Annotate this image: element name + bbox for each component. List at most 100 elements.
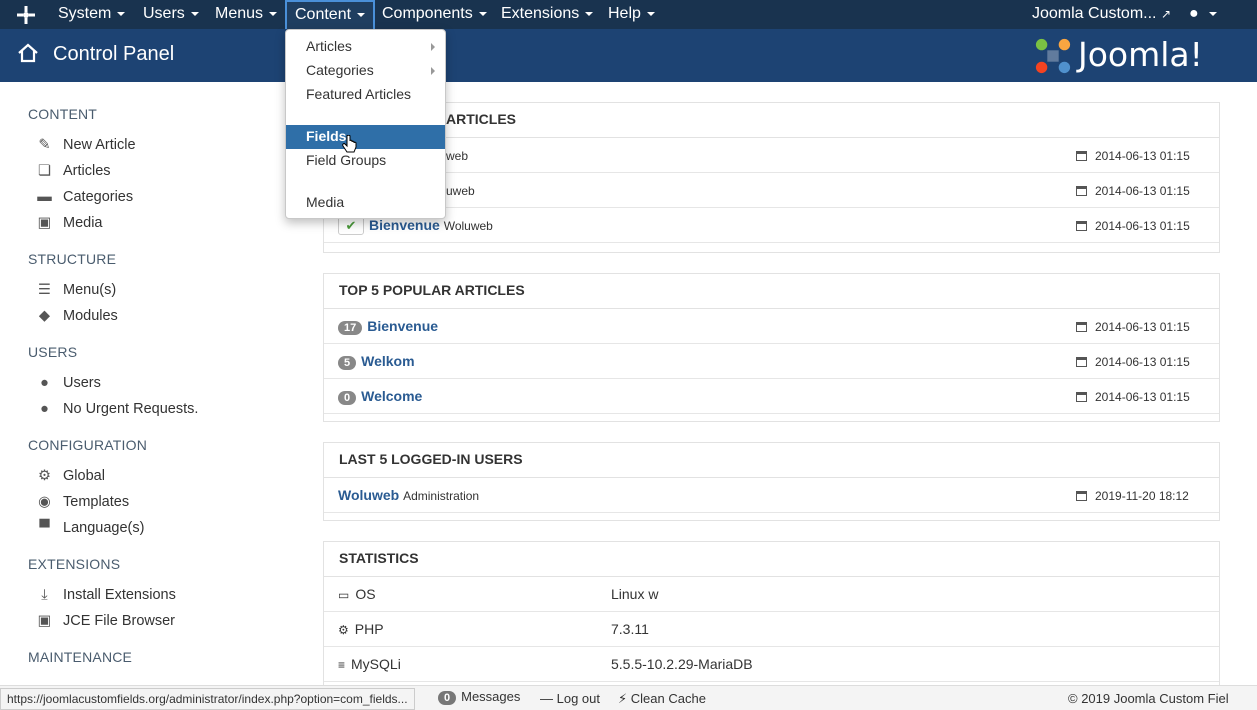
article-title-text: Bienvenue: [367, 318, 439, 334]
comments-icon: ▀: [39, 520, 50, 536]
sidebar-modules[interactable]: ◆ Modules: [36, 308, 118, 324]
article-date: 2014-06-13 01:15: [1076, 184, 1190, 198]
recent-articles-title: ARTICLES: [324, 103, 1219, 138]
table-row: ≡ MySQLi 5.5.5-10.2.29-MariaDB: [324, 647, 1219, 682]
sidebar-media[interactable]: ▣ Media: [36, 215, 103, 231]
sidebar-heading-structure: STRUCTURE: [28, 251, 117, 267]
article-title-text: Welcome: [361, 388, 423, 404]
nav-system-label: System: [58, 5, 112, 22]
menu-item-featured-articles[interactable]: Featured Articles: [286, 83, 445, 107]
sidebar-global[interactable]: ⚙ Global: [36, 468, 105, 484]
article-date-text: 2014-06-13 01:15: [1095, 390, 1190, 404]
login-date-text: 2019-11-20 18:12: [1095, 489, 1189, 503]
joomla-logo-icon[interactable]: [16, 5, 36, 25]
stat-value: Linux w: [611, 586, 659, 602]
nav-extensions-label: Extensions: [501, 5, 580, 22]
nav-components[interactable]: Components: [382, 0, 487, 29]
nav-components-label: Components: [382, 5, 473, 22]
stat-label: ≡ MySQLi: [338, 656, 401, 672]
chevron-right-icon: [431, 67, 435, 75]
sidebar-articles[interactable]: ❏ Articles: [36, 163, 111, 179]
article-title-link[interactable]: Bienvenue Woluweb: [369, 217, 493, 233]
sidebar-new-article[interactable]: ✎ New Article: [36, 137, 136, 153]
page-header: Control Panel Joomla!: [0, 29, 1257, 82]
sidebar-menus-label: Menu(s): [63, 282, 117, 298]
pencil-icon: ✎: [38, 137, 51, 153]
sidebar-templates-label: Templates: [63, 494, 130, 510]
chevron-down-icon: [1208, 11, 1217, 16]
stat-label-text: OS: [355, 586, 376, 602]
sidebar-requests-label: No Urgent Requests.: [63, 401, 199, 417]
nav-help-label: Help: [608, 5, 641, 22]
download-icon: ⤓: [41, 587, 48, 603]
sidebar-templates[interactable]: ◉ Templates: [36, 494, 129, 510]
sidebar-modules-label: Modules: [63, 308, 118, 324]
table-row: 0 Welcome 2014-06-13 01:15: [324, 379, 1219, 414]
menu-item-media[interactable]: Media: [286, 191, 445, 215]
stat-value: 7.3.11: [611, 621, 649, 637]
popular-article[interactable]: 5 Welkom: [338, 353, 415, 370]
article-date-text: 2014-06-13 01:15: [1095, 149, 1190, 163]
sidebar-menus[interactable]: ☰ Menu(s): [36, 282, 116, 298]
menu-item-media-label: Media: [306, 194, 345, 210]
chevron-down-icon: [357, 12, 366, 17]
article-date: 2014-06-13 01:15: [1076, 320, 1190, 334]
logged-users-title: LAST 5 LOGGED-IN USERS: [324, 443, 1219, 478]
browser-status-url: https://joomlacustomfields.org/administr…: [0, 688, 415, 710]
table-row: ▭ OS Linux w: [324, 577, 1219, 612]
sidebar-categories[interactable]: ▬ Categories: [36, 189, 133, 205]
logout-link[interactable]: — Log out: [540, 691, 600, 706]
article-date: 2014-06-13 01:15: [1076, 149, 1190, 163]
sidebar-new-article-label: New Article: [63, 137, 136, 153]
menu-item-fields-label: Fields: [306, 128, 347, 144]
joomla-brand-text: Joomla!: [1078, 35, 1203, 74]
article-date: 2014-06-13 01:15: [1076, 355, 1190, 369]
calendar-icon: [1076, 357, 1087, 367]
nav-system[interactable]: System: [58, 0, 126, 29]
sidebar-categories-label: Categories: [63, 189, 134, 205]
article-date-text: 2014-06-13 01:15: [1095, 184, 1190, 198]
sidebar-languages[interactable]: ▀ Language(s): [36, 520, 144, 536]
nav-users[interactable]: Users: [143, 0, 199, 29]
messages-link[interactable]: 0 Messages: [438, 689, 520, 705]
page-title: Control Panel: [53, 43, 175, 65]
popular-article[interactable]: 17 Bienvenue: [338, 318, 438, 335]
article-author: Woluweb: [443, 219, 493, 233]
menu-item-articles[interactable]: Articles: [286, 35, 445, 59]
nav-content[interactable]: Content: [285, 0, 376, 29]
sidebar-requests[interactable]: ● No Urgent Requests.: [36, 401, 198, 417]
site-link-label: Joomla Custom...: [1032, 5, 1157, 22]
broom-icon: ⚡: [618, 691, 628, 706]
messages-count-badge: 0: [438, 691, 457, 705]
nav-menus[interactable]: Menus: [215, 0, 278, 29]
image-icon: ▣: [37, 613, 52, 629]
sidebar-jce-file-browser[interactable]: ▣ JCE File Browser: [36, 613, 175, 629]
eye-icon: ◉: [38, 494, 51, 510]
calendar-icon: [1076, 151, 1087, 161]
logged-user-link[interactable]: Woluweb Administration: [338, 487, 479, 503]
login-date: 2019-11-20 18:12: [1076, 489, 1189, 503]
stack-icon: ❏: [38, 163, 51, 179]
menu-item-field-groups[interactable]: Field Groups: [286, 149, 445, 173]
calendar-icon: [1076, 186, 1087, 196]
user-menu[interactable]: ●: [1189, 0, 1217, 29]
article-author: uweb: [446, 184, 475, 198]
menu-item-fields[interactable]: Fields: [286, 125, 445, 149]
chevron-down-icon: [646, 11, 655, 16]
chevron-right-icon: [431, 43, 435, 51]
hits-badge: 0: [338, 391, 357, 405]
menu-item-categories[interactable]: Categories: [286, 59, 445, 83]
recent-articles-title-text: ARTICLES: [446, 111, 516, 127]
statistics-panel: STATISTICS ▭ OS Linux w ⚙ PHP 7.3.11 ≡ MySQ…: [323, 541, 1220, 685]
sidebar-users[interactable]: ● Users: [36, 375, 101, 391]
sidebar-articles-label: Articles: [63, 163, 111, 179]
article-date-text: 2014-06-13 01:15: [1095, 219, 1190, 233]
list-icon: ☰: [38, 282, 51, 298]
popular-article[interactable]: 0 Welcome: [338, 388, 422, 405]
site-link[interactable]: Joomla Custom... ↗: [1032, 0, 1171, 29]
nav-extensions[interactable]: Extensions: [501, 0, 594, 29]
calendar-icon: [1076, 322, 1087, 332]
clean-cache-link[interactable]: ⚡ Clean Cache: [618, 691, 706, 707]
sidebar-install-extensions[interactable]: ⤓ Install Extensions: [36, 587, 176, 603]
nav-help[interactable]: Help: [608, 0, 655, 29]
